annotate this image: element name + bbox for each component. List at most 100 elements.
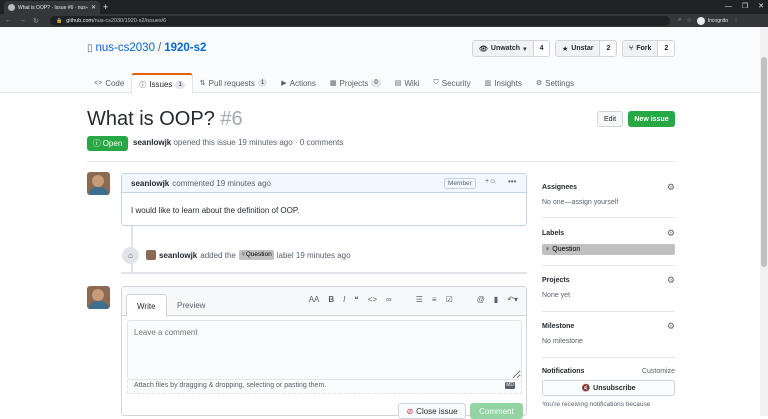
tab-code[interactable]: <> Code — [87, 73, 131, 93]
lock-icon: 🔒 — [56, 17, 63, 24]
reply-icon[interactable]: ↶▾ — [507, 295, 518, 304]
incognito-profile[interactable]: Incognito — [696, 16, 728, 25]
quote-icon[interactable]: ❝ — [354, 295, 358, 304]
close-issue-button[interactable]: ⊘ Close issue — [398, 403, 466, 419]
issue-author-link[interactable]: seanlowjk — [133, 138, 171, 147]
tab-settings-label: Settings — [545, 78, 575, 88]
code-icon: <> — [94, 79, 103, 87]
code-icon[interactable]: <> — [368, 295, 377, 304]
sidebar-labels: Labels ⚙ ♀ Question — [542, 228, 675, 255]
repo-icon: ▯ — [87, 42, 93, 54]
comment-author-link[interactable]: seanlowjk — [131, 179, 169, 188]
tab-preview[interactable]: Preview — [167, 294, 215, 316]
add-reaction-icon[interactable]: +☺ — [485, 178, 496, 185]
gear-icon[interactable]: ⚙ — [667, 182, 675, 193]
search-icon[interactable]: ⌕ — [678, 17, 681, 24]
avatar[interactable] — [146, 250, 156, 260]
forward-icon[interactable]: → — [19, 17, 26, 25]
more-options-icon[interactable]: ••• — [508, 177, 516, 186]
sidebar-projects: Projects ⚙ None yet — [542, 275, 675, 299]
unstar-button[interactable]: ★ Unstar — [556, 41, 600, 56]
comment-header: seanlowjk commented 19 minutes ago Membe… — [122, 174, 526, 193]
labels-header[interactable]: Labels ⚙ — [542, 228, 675, 239]
avatar[interactable] — [87, 286, 110, 309]
event-actor-link[interactable]: seanlowjk — [159, 251, 197, 260]
gear-icon[interactable]: ⚙ — [667, 321, 675, 332]
unstar-label: Unstar — [571, 45, 594, 52]
comment-action[interactable]: commented 19 minutes ago — [172, 179, 271, 188]
url-path: /nus-cs2030/1920-s2/issues/6 — [93, 17, 167, 24]
tab-insights[interactable]: ▥ Insights — [478, 73, 529, 93]
attach-text: Attach files by dragging & dropping, sel… — [134, 382, 327, 389]
browser-tab[interactable]: What is OOP? · Issue #6 · nus-cs... ✕ — [4, 1, 100, 14]
attach-files-bar[interactable]: Attach files by dragging & dropping, sel… — [127, 380, 522, 394]
mention-icon[interactable]: @ — [477, 295, 485, 304]
reload-icon[interactable]: ↻ — [33, 17, 39, 25]
gear-icon[interactable]: ⚙ — [667, 228, 675, 239]
new-issue-button[interactable]: New issue — [628, 111, 675, 127]
star-bookmark-icon[interactable]: ☆ — [686, 17, 691, 24]
repo-tabs: <> Code ⓘ Issues 1 ⇅ Pull requests 1 ▶ Actions… — [87, 73, 581, 94]
assignees-value[interactable]: No one—assign yourself — [542, 199, 675, 206]
tab-wiki[interactable]: ▤ Wiki — [388, 73, 427, 93]
question-label[interactable]: ♀Question — [542, 244, 675, 255]
issue-meta-text: opened this issue 19 minutes ago · 0 com… — [173, 138, 344, 147]
address-bar[interactable]: 🔒 github.com/nus-cs2030/1920-s2/issues/6 — [50, 15, 670, 26]
question-label[interactable]: ♀Question — [238, 250, 274, 260]
comment-editor: Write Preview AA B I ❝ <> ∞ ☰ ≡ ☑ @ ▮ ↶▾… — [121, 286, 527, 419]
status-label: Open — [102, 139, 123, 148]
fork-button[interactable]: ⑂ Fork — [623, 41, 658, 56]
new-tab-icon[interactable]: + — [103, 1, 108, 13]
close-tab-icon[interactable]: ✕ — [91, 4, 96, 11]
task-list-icon[interactable]: ☑ — [446, 295, 453, 304]
markdown-icon: MD — [505, 382, 515, 389]
nav-buttons: ← → ↻ — [0, 17, 50, 25]
status-badge: ⓘ Open — [87, 136, 128, 151]
projects-header[interactable]: Projects ⚙ — [542, 275, 675, 286]
menu-icon[interactable]: ⋮ — [733, 17, 739, 24]
customize-link[interactable]: Customize — [642, 368, 675, 375]
comment-textarea[interactable] — [127, 320, 522, 380]
tab-write[interactable]: Write — [126, 294, 167, 317]
milestone-header[interactable]: Milestone ⚙ — [542, 321, 675, 332]
comment-button[interactable]: Comment — [470, 403, 523, 419]
timeline-divider — [121, 272, 527, 274]
star-count[interactable]: 2 — [599, 41, 617, 56]
tab-projects-label: Projects — [339, 78, 369, 88]
link-icon[interactable]: ∞ — [386, 295, 392, 304]
page-scrollbar[interactable] — [760, 27, 768, 416]
avatar[interactable] — [87, 172, 110, 195]
tab-projects[interactable]: ▦ Projects 0 — [323, 73, 388, 93]
watch-button-group: 👁 Unwatch ▾ 4 — [472, 40, 551, 57]
comment-body: I would like to learn about the definiti… — [131, 206, 300, 215]
sidebar-divider — [542, 357, 675, 358]
tab-settings[interactable]: ⚙ Settings — [529, 73, 581, 93]
back-icon[interactable]: ← — [5, 17, 12, 25]
unwatch-button[interactable]: 👁 Unwatch ▾ — [473, 41, 533, 56]
browser-chrome: What is OOP? · Issue #6 · nus-cs... ✕ + … — [0, 0, 768, 27]
gear-icon[interactable]: ⚙ — [667, 275, 675, 286]
italic-icon[interactable]: I — [343, 295, 345, 304]
bullet-list-icon[interactable]: ☰ — [416, 295, 423, 304]
restore-icon[interactable]: ❐ — [742, 1, 748, 13]
tab-security[interactable]: ⛉ Security — [426, 73, 477, 93]
tab-pull-requests[interactable]: ⇅ Pull requests 1 — [193, 73, 274, 93]
heading-icon[interactable]: AA — [309, 295, 320, 304]
fork-count[interactable]: 2 — [657, 41, 675, 56]
bold-icon[interactable]: B — [328, 295, 334, 304]
caret-down-icon: ▾ — [523, 45, 527, 53]
event-suffix[interactable]: label 19 minutes ago — [277, 251, 351, 260]
numbered-list-icon[interactable]: ≡ — [432, 295, 437, 304]
close-window-icon[interactable]: ✕ — [758, 1, 764, 13]
repo-name-link[interactable]: 1920-s2 — [164, 42, 206, 54]
unsubscribe-button[interactable]: 🔇 Unsubscribe — [542, 380, 675, 396]
edit-button[interactable]: Edit — [597, 111, 623, 127]
minimize-icon[interactable]: — — [725, 1, 732, 13]
watch-count[interactable]: 4 — [532, 41, 550, 56]
bookmark-icon[interactable]: ▮ — [494, 295, 498, 304]
scrollbar-thumb[interactable] — [761, 57, 767, 267]
tab-issues[interactable]: ⓘ Issues 1 — [131, 73, 193, 94]
repo-owner-link[interactable]: nus-cs2030 — [96, 42, 155, 54]
assignees-header[interactable]: Assignees ⚙ — [542, 182, 675, 193]
tab-actions[interactable]: ▶ Actions — [274, 73, 323, 93]
